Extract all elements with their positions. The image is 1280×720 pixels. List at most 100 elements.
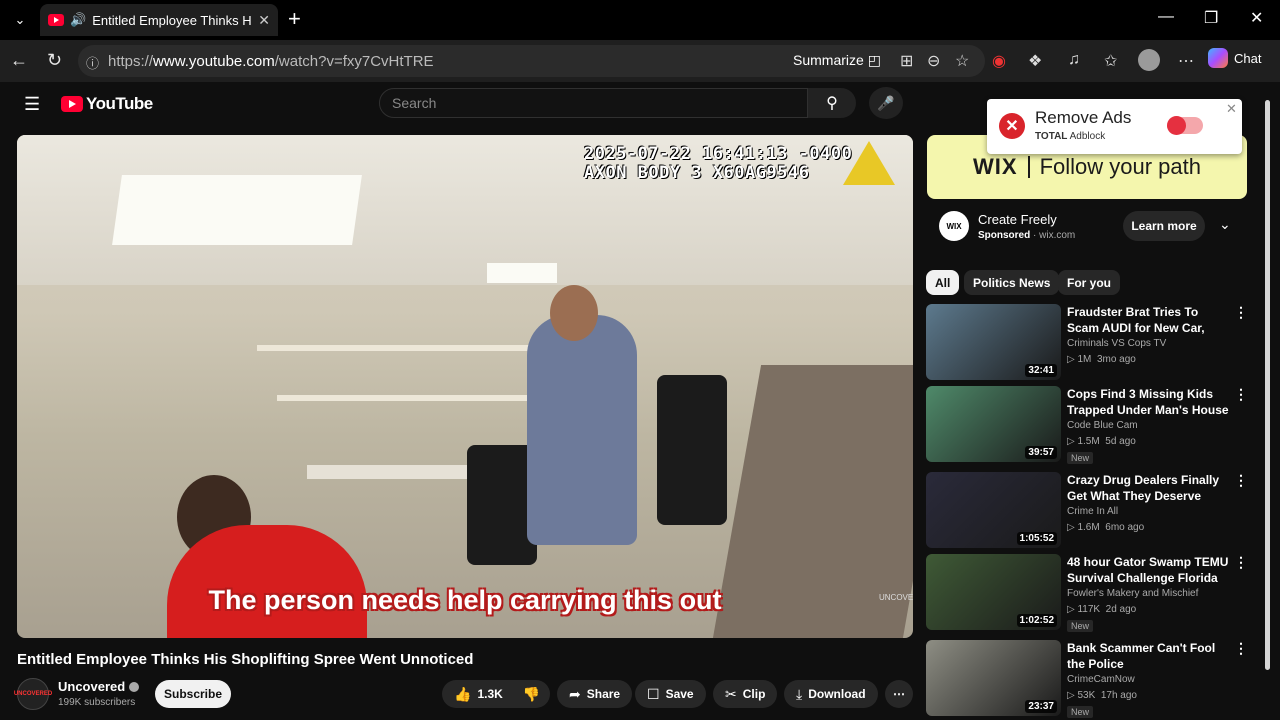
youtube-wordmark: YouTube [86, 94, 153, 113]
ad-info-row: WIX Create Freely Sponsored · wix.com Le… [927, 207, 1247, 247]
profile-avatar[interactable] [1138, 49, 1160, 71]
share-button[interactable]: ➦ Share [557, 680, 633, 708]
recommendation-title[interactable]: Cops Find 3 Missing Kids Trapped Under M… [1067, 386, 1231, 418]
menu-icon[interactable]: ☰ [24, 94, 40, 115]
copilot-chat-button[interactable]: Chat [1208, 48, 1261, 68]
ceiling-light [112, 175, 362, 245]
chip-politics-news[interactable]: Politics News [964, 270, 1060, 295]
channel-name[interactable]: Uncovered [58, 679, 140, 694]
media-icon[interactable]: ♫ [1068, 51, 1080, 69]
recommendation-item[interactable]: 23:37 Bank Scammer Can't Fool the Police C… [926, 640, 1256, 718]
office-chair [657, 375, 727, 525]
youtube-logo[interactable]: YouTube [61, 94, 153, 114]
close-tab-icon[interactable]: ✕ [258, 12, 270, 29]
recommendation-channel[interactable]: Code Blue Cam [1067, 420, 1138, 431]
chevron-down-icon[interactable]: ⌄ [1219, 216, 1231, 233]
clip-label: Clip [742, 687, 766, 701]
recommendation-title[interactable]: 48 hour Gator Swamp TEMU Survival Challe… [1067, 554, 1231, 586]
adblock-brand-rest: Adblock [1067, 131, 1106, 142]
video-caption: The person needs help carrying this out [208, 585, 722, 615]
recommendation-item[interactable]: 39:57 Cops Find 3 Missing Kids Trapped Un… [926, 386, 1256, 464]
adblock-toggle[interactable] [1167, 116, 1203, 135]
tab-title: Entitled Employee Thinks His Shoplifting… [92, 12, 252, 28]
bodycam-timestamp: 2025-07-22 16:41:13 -0400 [584, 144, 853, 164]
recommendation-title[interactable]: Fraudster Brat Tries To Scam AUDI for Ne… [1067, 304, 1231, 336]
adblock-extension-icon[interactable]: ◉ [992, 51, 1006, 71]
video-thumbnail[interactable]: 23:37 [926, 640, 1061, 716]
like-count[interactable]: 1.3K [477, 687, 502, 701]
more-options-icon[interactable]: ⋮ [1234, 554, 1248, 571]
speaker-icon[interactable]: 🔊 [70, 12, 86, 28]
view-count: 1.6M [1077, 522, 1100, 533]
ceiling-light [487, 263, 557, 283]
chip-for-you[interactable]: For you [1058, 270, 1120, 295]
restore-icon[interactable]: ❐ [1204, 8, 1218, 28]
recommendation-channel[interactable]: Fowler's Makery and Mischief [1067, 588, 1198, 599]
channel-text[interactable]: Crime In All [1067, 506, 1118, 517]
like-dislike-group: 👍 1.3K 👎 [442, 680, 550, 708]
channel-text[interactable]: Fowler's Makery and Mischief [1067, 588, 1198, 599]
scrollbar-thumb[interactable] [1265, 100, 1270, 670]
channel-name-text[interactable]: Uncovered [58, 679, 125, 694]
more-menu-icon[interactable]: ⋯ [1178, 51, 1194, 71]
recommendation-item[interactable]: 1:05:52 Crazy Drug Dealers Finally Get Wh… [926, 472, 1256, 550]
recommendation-item[interactable]: 32:41 Fraudster Brat Tries To Scam AUDI f… [926, 304, 1256, 382]
view-count: 117K [1077, 604, 1101, 615]
recommendation-title[interactable]: Crazy Drug Dealers Finally Get What They… [1067, 472, 1231, 504]
video-thumbnail[interactable]: 1:02:52 [926, 554, 1061, 630]
extensions-icon[interactable]: ❖ [1028, 51, 1042, 71]
ad-title[interactable]: Create Freely [978, 212, 1057, 227]
search-input[interactable]: Search [379, 88, 808, 118]
recommendation-channel[interactable]: CrimeCamNow [1067, 674, 1135, 685]
browser-tab[interactable]: 🔊 Entitled Employee Thinks His Shoplifti… [40, 4, 278, 36]
channel-text[interactable]: Criminals VS Cops TV [1067, 338, 1166, 349]
apps-icon[interactable]: ⊞ [900, 51, 913, 71]
chip-all[interactable]: All [926, 270, 960, 295]
zoom-icon[interactable]: ⊖ [927, 51, 940, 71]
close-popup-icon[interactable]: ✕ [1226, 101, 1237, 117]
site-info-icon[interactable]: ⓘ [86, 53, 99, 72]
video-player[interactable]: 2025-07-22 16:41:13 -0400 AXON BODY 3 X6… [17, 135, 913, 638]
more-options-icon[interactable]: ⋮ [1234, 304, 1248, 321]
minimize-icon[interactable]: — [1158, 8, 1174, 26]
thumbs-down-icon[interactable]: 👎 [523, 686, 540, 703]
ad-sponsor-line: Sponsored · wix.com [978, 230, 1076, 241]
more-actions-button[interactable]: ⋯ [885, 680, 913, 708]
channel-text[interactable]: CrimeCamNow [1067, 674, 1135, 685]
video-thumbnail[interactable]: 39:57 [926, 386, 1061, 462]
download-button[interactable]: ⤓ Download [784, 680, 878, 708]
more-options-icon[interactable]: ⋮ [1234, 472, 1248, 489]
close-window-icon[interactable]: ✕ [1250, 8, 1263, 28]
more-options-icon[interactable]: ⋮ [1234, 386, 1248, 403]
subscribe-button[interactable]: Subscribe [155, 680, 231, 708]
adblock-brand: TOTAL Adblock [1035, 131, 1105, 142]
recommendation-channel[interactable]: Crime In All [1067, 506, 1118, 517]
thumbs-up-icon[interactable]: 👍 [454, 686, 471, 703]
back-arrow-icon[interactable]: ← [10, 50, 28, 71]
save-button[interactable]: ☐ Save [635, 680, 706, 708]
channel-text[interactable]: Code Blue Cam [1067, 420, 1138, 431]
new-tab-plus-icon[interactable]: + [288, 6, 301, 32]
channel-avatar[interactable]: UNCOVERED [14, 678, 52, 710]
wix-logo-icon[interactable]: WIX [939, 211, 969, 241]
favorite-star-icon[interactable]: ☆ [955, 51, 969, 71]
recommendation-meta: ▷ 1.6M 6mo ago [1067, 522, 1145, 533]
download-label: Download [808, 687, 866, 701]
learn-more-button[interactable]: Learn more [1123, 211, 1205, 241]
bodycam-overlay: 2025-07-22 16:41:13 -0400 AXON BODY 3 X6… [584, 145, 852, 182]
more-options-icon[interactable]: ⋮ [1234, 640, 1248, 657]
video-thumbnail[interactable]: 1:05:52 [926, 472, 1061, 548]
tab-list-chevron-icon[interactable]: ⌄ [6, 6, 34, 34]
video-thumbnail[interactable]: 32:41 [926, 304, 1061, 380]
voice-search-button[interactable]: 🎤 [869, 87, 903, 119]
search-button[interactable]: ⚲ [808, 88, 856, 118]
refresh-icon[interactable]: ↻ [47, 50, 62, 71]
summarize-button[interactable]: Summarize ◰ [793, 52, 881, 69]
duration-badge: 39:57 [1025, 446, 1057, 459]
recommendation-channel[interactable]: Criminals VS Cops TV [1067, 338, 1166, 349]
favorites-icon[interactable]: ✩ [1104, 51, 1117, 71]
clip-button[interactable]: ✂ Clip [713, 680, 778, 708]
recommendation-title[interactable]: Bank Scammer Can't Fool the Police [1067, 640, 1231, 672]
recommendation-item[interactable]: 1:02:52 48 hour Gator Swamp TEMU Survival… [926, 554, 1256, 632]
upload-age: 5d ago [1105, 436, 1136, 447]
